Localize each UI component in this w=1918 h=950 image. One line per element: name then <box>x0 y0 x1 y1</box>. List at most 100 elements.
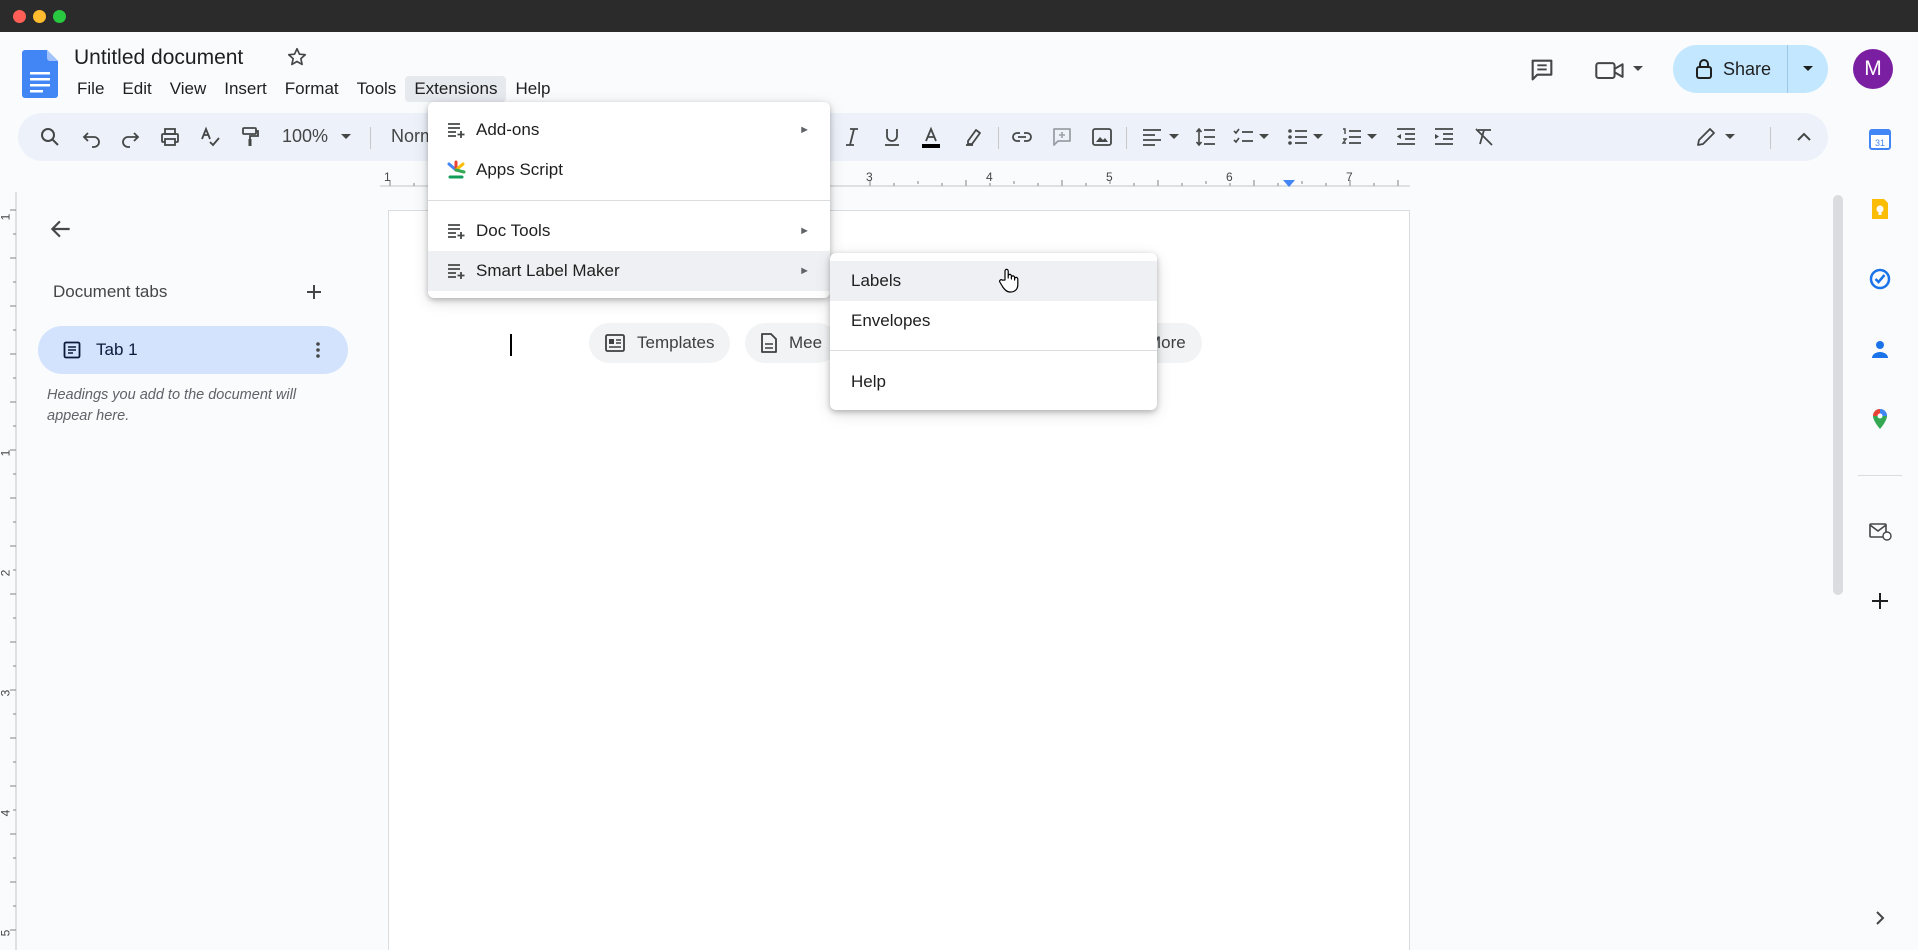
menu-insert[interactable]: Insert <box>215 76 276 102</box>
menu-item-apps-script[interactable]: Apps Script <box>428 150 830 190</box>
menu-item-label: Smart Label Maker <box>476 261 620 280</box>
toolbar-divider <box>1126 127 1127 149</box>
clear-formatting-icon[interactable] <box>1472 125 1496 149</box>
menu-item-add-ons[interactable]: Add-ons ► <box>428 110 830 150</box>
meeting-notes-chip[interactable]: Mee <box>745 323 839 363</box>
insert-image-icon[interactable] <box>1090 125 1114 149</box>
chevron-down-icon[interactable] <box>1632 64 1644 74</box>
share-label: Share <box>1723 58 1772 79</box>
menu-help[interactable]: Help <box>506 76 559 102</box>
spellcheck-icon[interactable] <box>198 125 222 149</box>
chevron-down-icon[interactable] <box>1724 132 1736 142</box>
paint-format-icon[interactable] <box>238 125 262 149</box>
document-title[interactable]: Untitled document <box>74 46 243 70</box>
italic-icon[interactable] <box>840 125 864 149</box>
ruler-number: 5 <box>1106 170 1113 184</box>
maximize-window-button[interactable] <box>53 10 66 23</box>
hide-menus-chevron-up-icon[interactable] <box>1792 125 1816 149</box>
calendar-icon[interactable]: 31 <box>1868 127 1892 151</box>
extensions-menu: Add-ons ► Apps Script Doc Tools ► Smart … <box>428 102 830 298</box>
menu-extensions[interactable]: Extensions <box>405 76 507 102</box>
add-ons-icon <box>448 224 465 239</box>
mail-schedule-icon[interactable] <box>1868 519 1892 543</box>
add-comment-icon[interactable] <box>1050 125 1074 149</box>
add-ons-icon <box>448 123 465 138</box>
menu-item-label: Add-ons <box>476 120 540 139</box>
star-icon[interactable] <box>286 46 308 68</box>
submenu-item-envelopes[interactable]: Envelopes <box>830 301 1157 341</box>
share-button[interactable]: Share <box>1673 45 1828 93</box>
vertical-scrollbar[interactable] <box>1833 195 1843 595</box>
tasks-icon[interactable] <box>1868 267 1892 291</box>
keep-icon[interactable] <box>1868 197 1892 221</box>
apps-script-icon <box>447 160 466 179</box>
menu-item-label: Doc Tools <box>476 221 551 240</box>
more-vert-icon[interactable] <box>306 338 330 362</box>
menu-tools[interactable]: Tools <box>348 76 406 102</box>
menu-item-label: Apps Script <box>476 160 563 179</box>
menu-format[interactable]: Format <box>276 76 348 102</box>
chevron-down-icon <box>1803 66 1813 71</box>
chevron-down-icon[interactable] <box>1258 132 1270 142</box>
menu-edit[interactable]: Edit <box>113 76 160 102</box>
search-menus-icon[interactable] <box>38 125 62 149</box>
menu-item-doc-tools[interactable]: Doc Tools ► <box>428 211 830 251</box>
chevron-down-icon[interactable] <box>1312 132 1324 142</box>
window-titlebar <box>0 0 1918 32</box>
chevron-down-icon[interactable] <box>340 132 352 142</box>
submenu-arrow-icon: ► <box>799 225 810 237</box>
menu-item-smart-label-maker[interactable]: Smart Label Maker ► <box>428 251 830 291</box>
submenu-arrow-icon: ► <box>799 124 810 136</box>
checklist-icon[interactable] <box>1232 125 1256 149</box>
meet-video-icon[interactable] <box>1594 56 1626 84</box>
highlight-color-icon[interactable] <box>962 125 986 149</box>
meeting-notes-chip-label: Mee <box>789 333 823 352</box>
close-window-button[interactable] <box>13 10 26 23</box>
text-color-icon[interactable] <box>919 125 943 149</box>
print-icon[interactable] <box>158 125 182 149</box>
ruler-number: 3 <box>0 690 12 697</box>
add-tab-icon[interactable] <box>302 280 326 304</box>
tab-label: Tab 1 <box>96 340 138 359</box>
minimize-window-button[interactable] <box>33 10 46 23</box>
contacts-icon[interactable] <box>1868 337 1892 361</box>
undo-icon[interactable] <box>80 125 104 149</box>
decrease-indent-icon[interactable] <box>1394 125 1418 149</box>
tab-item[interactable]: Tab 1 <box>38 326 348 374</box>
redo-icon[interactable] <box>118 125 142 149</box>
line-spacing-icon[interactable] <box>1194 125 1218 149</box>
align-left-icon[interactable] <box>1140 125 1164 149</box>
submenu-item-label: Envelopes <box>851 311 931 330</box>
back-arrow-icon[interactable] <box>48 216 74 242</box>
numbered-list-icon[interactable] <box>1340 125 1364 149</box>
avatar[interactable]: M <box>1853 49 1893 89</box>
hand-pointer-cursor-icon <box>999 268 1019 293</box>
editing-mode-icon[interactable] <box>1694 125 1718 149</box>
submenu-item-label: Help <box>851 372 886 391</box>
bulleted-list-icon[interactable] <box>1286 125 1310 149</box>
chevron-down-icon[interactable] <box>1168 132 1180 142</box>
insert-link-icon[interactable] <box>1010 125 1034 149</box>
underline-icon[interactable] <box>880 125 904 149</box>
templates-icon <box>605 334 625 352</box>
chevron-down-icon[interactable] <box>1366 132 1378 142</box>
add-icon[interactable] <box>1868 589 1892 613</box>
templates-chip[interactable]: Templates <box>589 323 731 363</box>
svg-text:31: 31 <box>1875 138 1885 148</box>
toolbar-divider <box>1770 127 1771 149</box>
smart-label-maker-submenu: Labels Envelopes Help <box>830 253 1157 410</box>
menu-separator <box>428 200 830 201</box>
increase-indent-icon[interactable] <box>1432 125 1456 149</box>
submenu-item-labels[interactable]: Labels <box>830 261 1157 301</box>
share-options-button[interactable] <box>1788 45 1828 93</box>
menu-file[interactable]: File <box>68 76 113 102</box>
comment-history-icon[interactable] <box>1528 56 1556 84</box>
submenu-item-help[interactable]: Help <box>830 362 1157 402</box>
ruler-number: 4 <box>0 810 12 817</box>
maps-icon[interactable] <box>1868 407 1892 431</box>
chevron-right-icon[interactable] <box>1868 906 1892 930</box>
menu-view[interactable]: View <box>161 76 216 102</box>
lock-icon <box>1696 59 1712 79</box>
google-docs-logo-icon[interactable] <box>22 50 58 98</box>
zoom-select[interactable]: 100% <box>282 126 328 147</box>
